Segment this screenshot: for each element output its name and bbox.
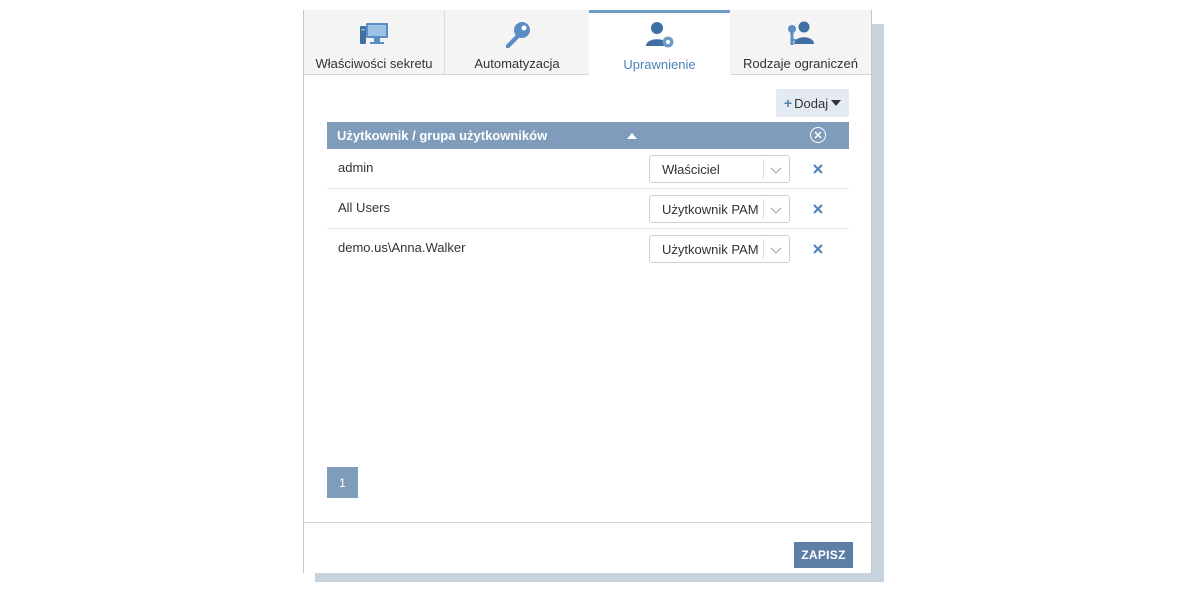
- caret-down-icon: [831, 100, 842, 106]
- tab-bar: Właściwości sekretu Automatyzacja Uprawn…: [304, 10, 871, 75]
- save-button[interactable]: ZAPISZ: [794, 542, 853, 568]
- tab-label: Rodzaje ograniczeń: [743, 56, 858, 71]
- computer-icon: [357, 20, 391, 50]
- user-gear-icon: [643, 20, 677, 50]
- select-divider: [763, 239, 764, 259]
- tab-secret-properties[interactable]: Właściwości sekretu: [304, 10, 445, 75]
- remove-row-icon[interactable]: [812, 202, 824, 214]
- sort-ascending-icon[interactable]: [627, 133, 637, 139]
- column-header-user-group: Użytkownik / grupa użytkowników: [337, 128, 548, 143]
- add-dropdown-button[interactable]: + Dodaj: [776, 89, 849, 117]
- chevron-down-icon: [770, 243, 782, 261]
- pagination-page-button[interactable]: 1: [327, 467, 358, 498]
- table-row: admin Właściciel: [327, 149, 849, 189]
- tab-automation[interactable]: Automatyzacja: [445, 10, 589, 75]
- remove-row-icon[interactable]: [812, 242, 824, 254]
- role-select-value: Właściciel: [662, 162, 720, 177]
- chevron-down-icon: [770, 203, 782, 221]
- role-select-value: Użytkownik PAM: [662, 242, 759, 257]
- role-select[interactable]: Użytkownik PAM: [649, 195, 790, 223]
- role-select-value: Użytkownik PAM: [662, 202, 759, 217]
- footer-divider: [304, 522, 871, 523]
- secret-dialog: Właściwości sekretu Automatyzacja Uprawn…: [303, 10, 872, 573]
- row-user-name: All Users: [338, 200, 391, 215]
- role-select[interactable]: Właściciel: [649, 155, 790, 183]
- role-select[interactable]: Użytkownik PAM: [649, 235, 790, 263]
- tab-label: Uprawnienie: [623, 57, 696, 72]
- select-divider: [763, 199, 764, 219]
- key-icon: [500, 20, 534, 50]
- users-key-icon: [784, 20, 818, 50]
- remove-row-icon[interactable]: [812, 162, 824, 174]
- grid-header: Użytkownik / grupa użytkowników: [327, 122, 849, 149]
- dialog-shadow-bottom: [315, 572, 884, 582]
- add-button-label: Dodaj: [794, 95, 829, 111]
- table-row: All Users Użytkownik PAM: [327, 189, 849, 229]
- select-divider: [763, 159, 764, 179]
- tab-label: Automatyzacja: [474, 56, 560, 71]
- tab-permission[interactable]: Uprawnienie: [589, 10, 730, 75]
- row-user-name: demo.us\Anna.Walker: [338, 240, 466, 255]
- tab-restriction-types[interactable]: Rodzaje ograniczeń: [730, 10, 871, 75]
- clear-filter-icon[interactable]: [810, 127, 826, 143]
- tab-label: Właściwości sekretu: [315, 56, 433, 71]
- dialog-shadow-right: [872, 24, 884, 580]
- chevron-down-icon: [770, 163, 782, 181]
- table-row: demo.us\Anna.Walker Użytkownik PAM: [327, 229, 849, 269]
- row-user-name: admin: [338, 160, 374, 175]
- plus-icon: +: [783, 95, 793, 111]
